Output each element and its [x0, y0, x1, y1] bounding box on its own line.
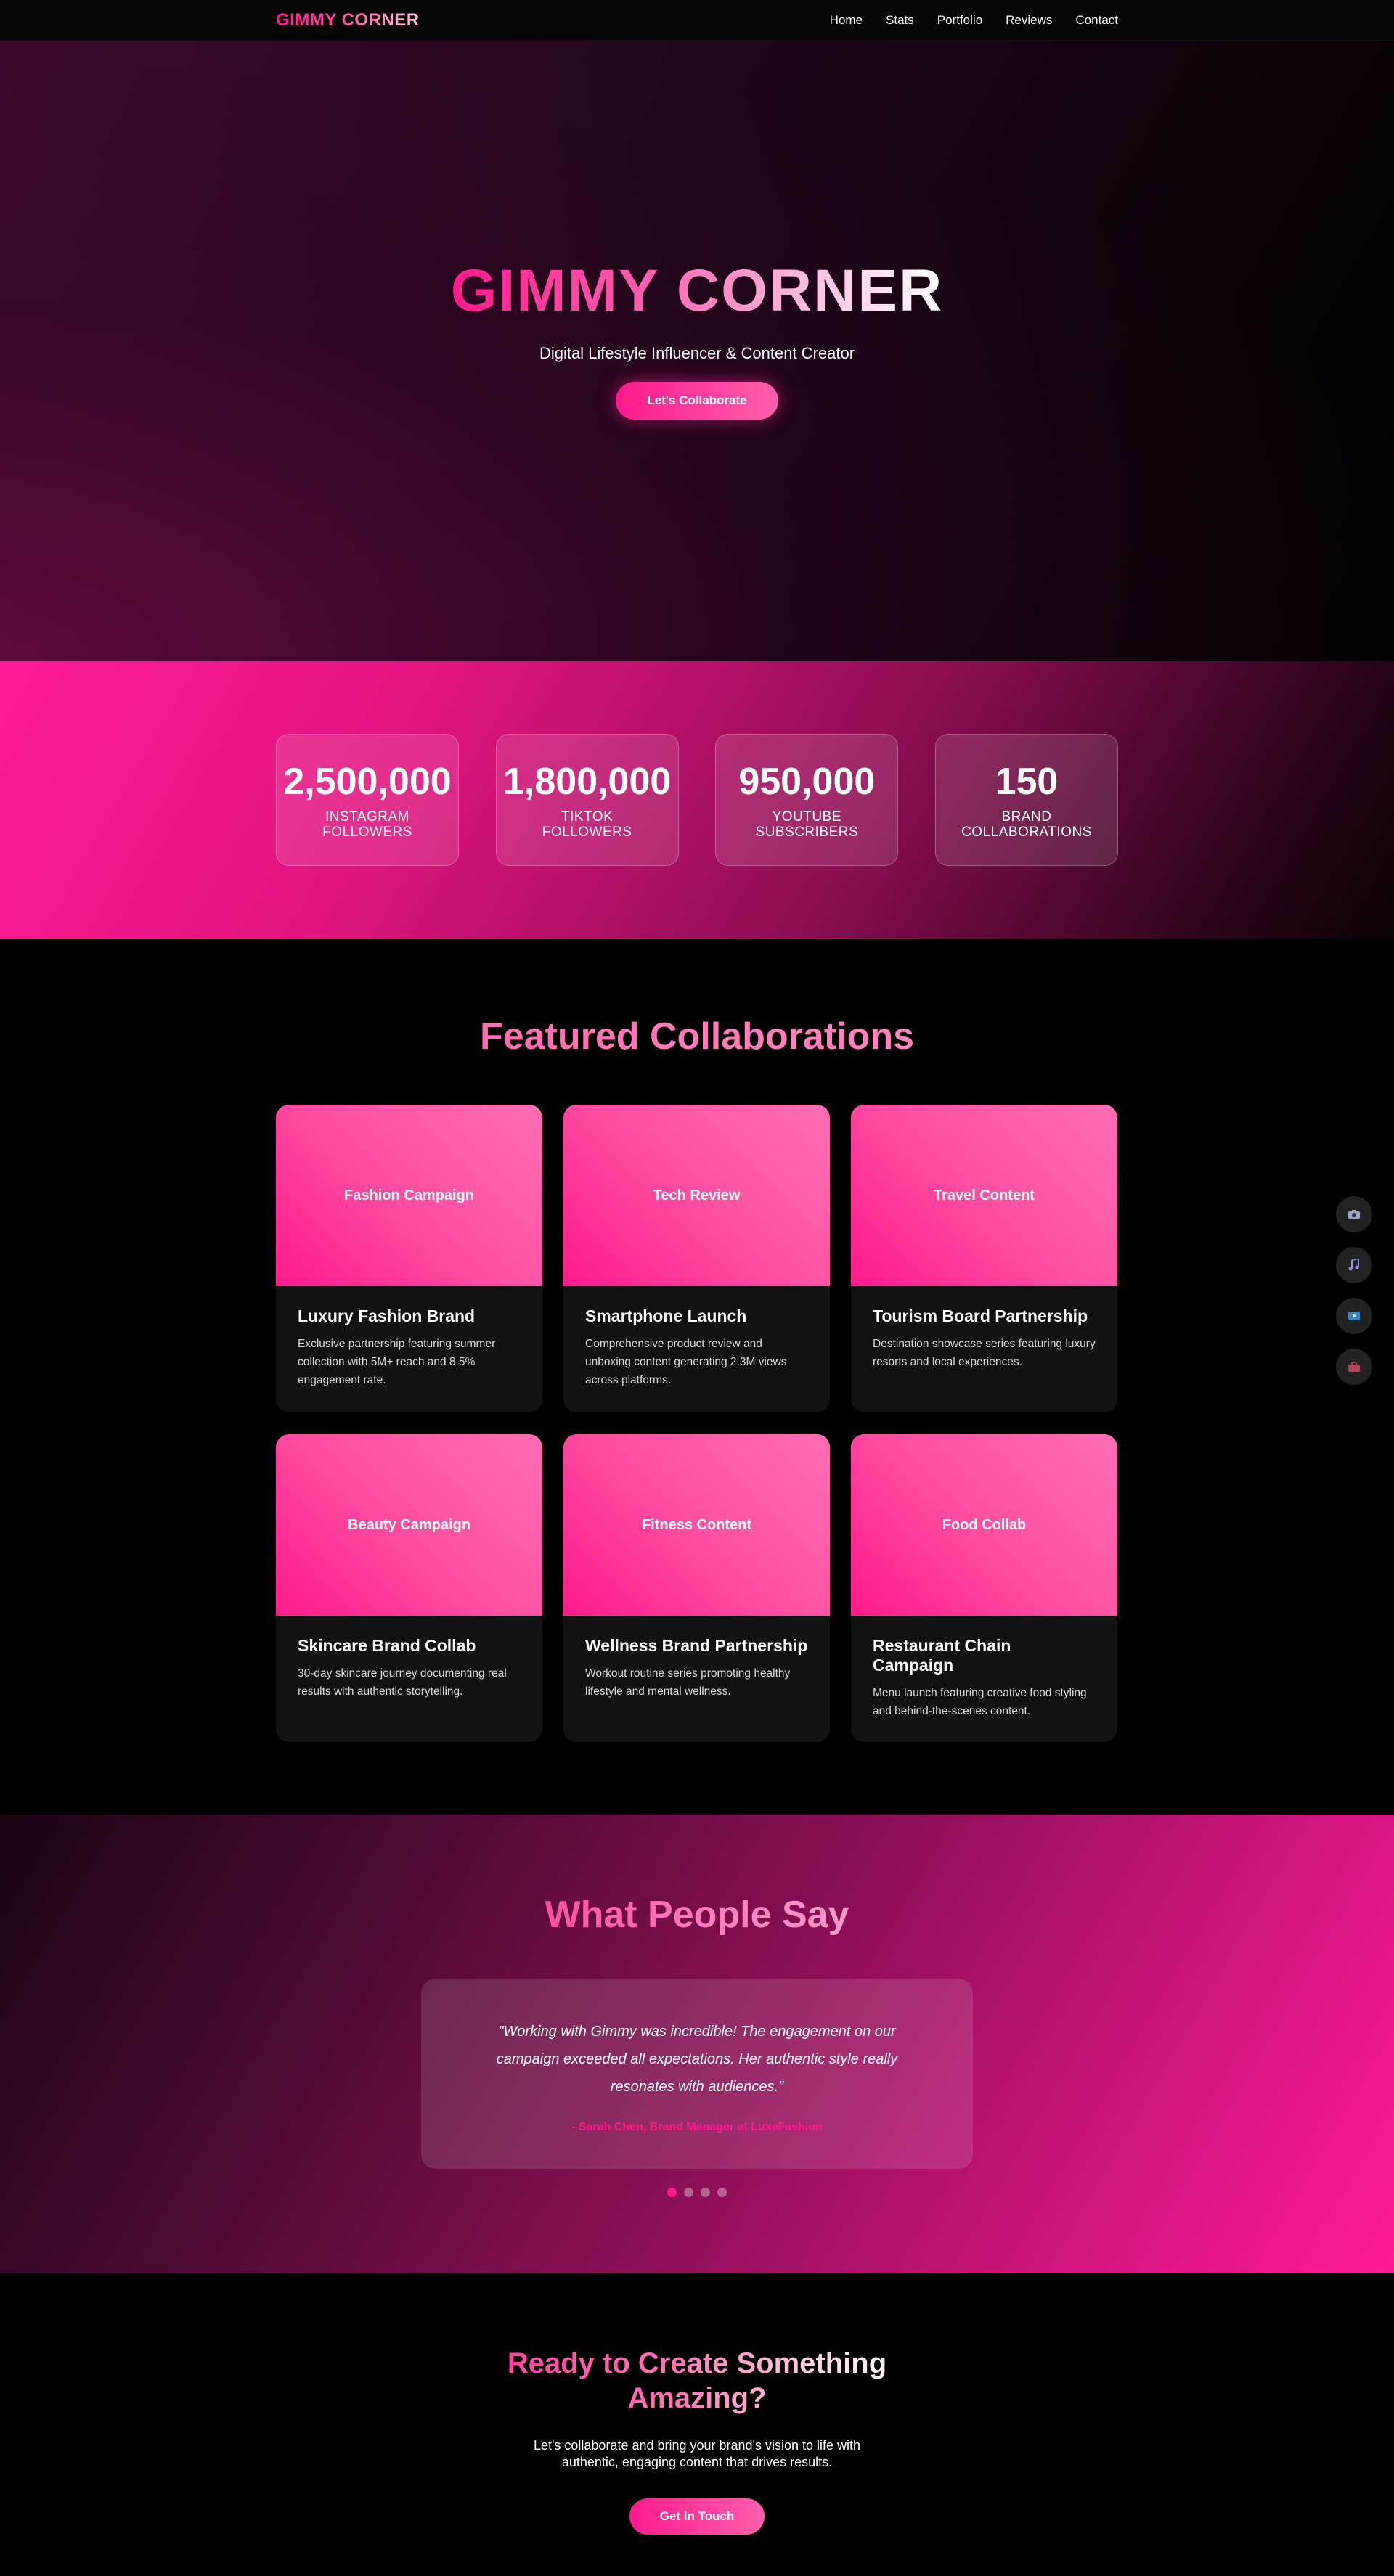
- collab-card-desc: 30-day skincare journey documenting real…: [298, 1667, 507, 1698]
- nav-container: GIMMY CORNER Home Stats Portfolio Review…: [276, 0, 1118, 41]
- cta-text: Let's collaborate and bring your brand's…: [533, 2438, 861, 2469]
- collab-card-body: Luxury Fashion Brand Exclusive partnersh…: [276, 1286, 542, 1389]
- stat-label-line1: TikTok: [561, 809, 614, 825]
- collab-card-image: Tech Review: [563, 1105, 830, 1286]
- top-nav: GIMMY CORNER Home Stats Portfolio Review…: [0, 0, 1394, 41]
- briefcase-icon[interactable]: [1336, 1349, 1372, 1385]
- stats-section: 2,500,000 Instagram Followers 1,800,000 T…: [0, 661, 1394, 939]
- collab-card-image: Travel Content: [851, 1105, 1117, 1286]
- collab-card[interactable]: Fashion Campaign Luxury Fashion Brand Ex…: [276, 1105, 542, 1412]
- collab-card-image: Fitness Content: [563, 1434, 830, 1616]
- hero-subtitle: Digital Lifestyle Influencer & Content C…: [539, 344, 855, 362]
- collab-card-body: Wellness Brand Partnership Workout routi…: [563, 1616, 830, 1701]
- stat-label-line2: Subscribers: [755, 825, 859, 840]
- collab-image-label: Food Collab: [942, 1516, 1027, 1533]
- collab-card-title: Wellness Brand Partnership: [585, 1636, 808, 1655]
- collab-card-body: Smartphone Launch Comprehensive product …: [563, 1286, 830, 1389]
- review-author: - Sarah Chen, Brand Manager at LuxeFashi…: [571, 2121, 823, 2133]
- collab-card[interactable]: Fitness Content Wellness Brand Partnersh…: [563, 1434, 830, 1742]
- reviews-title: What People Say: [545, 1894, 849, 1936]
- stats-row: 2,500,000 Instagram Followers 1,800,000 T…: [276, 734, 1118, 866]
- video-icon[interactable]: [1336, 1298, 1372, 1334]
- nav-link-stats[interactable]: Stats: [886, 13, 914, 28]
- collab-card[interactable]: Food Collab Restaurant Chain Campaign Me…: [851, 1434, 1117, 1742]
- collab-card[interactable]: Beauty Campaign Skincare Brand Collab 30…: [276, 1434, 542, 1742]
- collab-grid: Fashion Campaign Luxury Fashion Brand Ex…: [276, 1105, 1118, 1742]
- stat-card-youtube: 950,000 YouTube Subscribers: [715, 734, 899, 866]
- stat-label-line2: Collaborations: [961, 825, 1092, 840]
- nav-link-contact[interactable]: Contact: [1075, 13, 1118, 28]
- collab-card-title: Smartphone Launch: [585, 1307, 747, 1325]
- collab-image-label: Fitness Content: [641, 1516, 752, 1533]
- stat-value: 150: [995, 761, 1059, 803]
- hero-section: GIMMY CORNER Digital Lifestyle Influence…: [0, 41, 1394, 661]
- collab-card-desc: Destination showcase series featuring lu…: [873, 1338, 1096, 1368]
- collab-card-title: Tourism Board Partnership: [873, 1307, 1088, 1325]
- collab-card-desc: Comprehensive product review and unboxin…: [585, 1338, 787, 1386]
- portfolio-section: Featured Collaborations Fashion Campaign…: [0, 939, 1394, 1815]
- stat-label: Instagram Followers: [322, 809, 412, 840]
- collab-image-label: Tech Review: [653, 1187, 741, 1203]
- review-dot-1[interactable]: [667, 2188, 677, 2197]
- collab-card-desc: Exclusive partnership featuring summer c…: [298, 1338, 496, 1386]
- nav-links: Home Stats Portfolio Reviews Contact: [830, 13, 1118, 28]
- collab-card-title: Restaurant Chain Campaign: [873, 1636, 1011, 1675]
- nav-link-home[interactable]: Home: [830, 13, 863, 28]
- stat-value: 2,500,000: [283, 761, 452, 803]
- collab-card-desc: Menu launch featuring creative food styl…: [873, 1687, 1087, 1717]
- collab-card-image: Beauty Campaign: [276, 1434, 542, 1616]
- collab-card-body: Restaurant Chain Campaign Menu launch fe…: [851, 1616, 1117, 1720]
- music-icon[interactable]: [1336, 1247, 1372, 1283]
- stat-card-brands: 150 Brand Collaborations: [934, 734, 1118, 866]
- collab-card-body: Skincare Brand Collab 30-day skincare jo…: [276, 1616, 542, 1701]
- review-dot-2[interactable]: [684, 2188, 693, 2197]
- reviews-section: What People Say "Working with Gimmy was …: [0, 1815, 1394, 2273]
- collab-image-label: Fashion Campaign: [344, 1187, 474, 1203]
- stat-label-line1: Instagram: [325, 809, 410, 825]
- social-sidebar: [1336, 1196, 1372, 1385]
- portfolio-title: Featured Collaborations: [0, 1015, 1394, 1058]
- collab-image-label: Beauty Campaign: [348, 1516, 470, 1533]
- review-dot-4[interactable]: [717, 2188, 727, 2197]
- collab-card[interactable]: Travel Content Tourism Board Partnership…: [851, 1105, 1117, 1412]
- get-in-touch-button[interactable]: Get In Touch: [629, 2498, 765, 2535]
- stat-card-tiktok: 1,800,000 TikTok Followers: [495, 734, 679, 866]
- stat-label: TikTok Followers: [542, 809, 632, 840]
- collab-card-image: Food Collab: [851, 1434, 1117, 1616]
- stat-label: YouTube Subscribers: [755, 809, 858, 840]
- review-dot-3[interactable]: [701, 2188, 710, 2197]
- stat-label-line1: YouTube: [772, 809, 841, 825]
- collab-image-label: Travel Content: [934, 1187, 1035, 1203]
- review-pagination: [667, 2188, 727, 2197]
- camera-icon[interactable]: [1336, 1196, 1372, 1232]
- stat-card-instagram: 2,500,000 Instagram Followers: [276, 734, 459, 866]
- collab-card-title: Skincare Brand Collab: [298, 1636, 476, 1655]
- nav-link-portfolio[interactable]: Portfolio: [937, 13, 982, 28]
- collab-card-title: Luxury Fashion Brand: [298, 1307, 476, 1325]
- collab-card[interactable]: Tech Review Smartphone Launch Comprehens…: [563, 1105, 830, 1412]
- stat-value: 950,000: [738, 761, 876, 803]
- review-quote: "Working with Gimmy was incredible! The …: [496, 2024, 898, 2095]
- stat-label-line2: Followers: [542, 825, 632, 840]
- collab-card-image: Fashion Campaign: [276, 1105, 542, 1286]
- stat-label-line2: Followers: [322, 825, 412, 840]
- stat-label: Brand Collaborations: [961, 809, 1092, 840]
- site-logo[interactable]: GIMMY CORNER: [276, 10, 420, 30]
- contact-section: Ready to Create Something Amazing? Let's…: [0, 2273, 1394, 2576]
- review-card: "Working with Gimmy was incredible! The …: [421, 1979, 973, 2169]
- collab-card-desc: Workout routine series promoting healthy…: [585, 1667, 791, 1698]
- hero-title: GIMMY CORNER: [450, 258, 944, 324]
- stat-value: 1,800,000: [502, 761, 672, 803]
- cta-title: Ready to Create Something Amazing?: [494, 2346, 900, 2416]
- collab-card-body: Tourism Board Partnership Destination sh…: [851, 1286, 1117, 1371]
- nav-link-reviews[interactable]: Reviews: [1006, 13, 1052, 28]
- collaborate-button[interactable]: Let's Collaborate: [616, 382, 778, 420]
- stat-label-line1: Brand: [1001, 809, 1052, 825]
